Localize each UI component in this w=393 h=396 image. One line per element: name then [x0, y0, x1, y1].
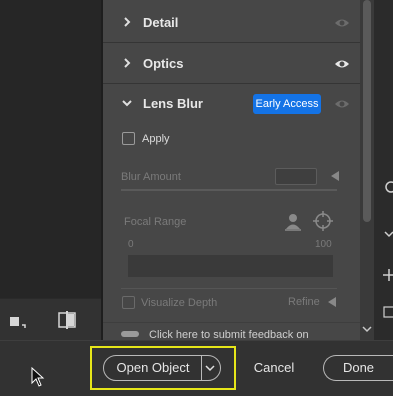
blur-amount-slider[interactable] [121, 189, 337, 191]
blur-amount-label: Blur Amount [121, 171, 181, 183]
section-detail[interactable]: Detail [103, 3, 360, 43]
tool-strip [374, 0, 393, 340]
chevron-down-icon[interactable] [205, 364, 215, 372]
section-lens-blur[interactable]: Lens Blur [103, 84, 360, 124]
focal-range-label: Focal Range [124, 216, 187, 228]
divider [121, 288, 337, 289]
chevron-down-icon[interactable] [362, 325, 372, 333]
canvas-toolbar [0, 298, 101, 340]
section-optics[interactable]: Optics [103, 44, 360, 84]
search-icon[interactable] [382, 180, 393, 194]
feedback-toggle-icon[interactable] [121, 331, 139, 337]
bottom-bar: Open Object Cancel Done [0, 340, 393, 396]
focal-range-selector[interactable] [128, 255, 333, 277]
edit-panel: Detail Optics Lens Blur Early Access App… [103, 0, 360, 340]
feedback-row[interactable]: Click here to submit feedback on [103, 322, 360, 340]
done-button[interactable]: Done [323, 355, 393, 381]
transform-icon[interactable] [382, 268, 393, 282]
chevron-down-icon [122, 100, 132, 107]
open-object-label[interactable]: Open Object [104, 356, 202, 380]
mouse-cursor-icon [31, 367, 45, 387]
section-title: Lens Blur [143, 96, 203, 111]
early-access-badge: Early Access [253, 94, 321, 114]
section-title: Detail [143, 15, 179, 30]
refine-label[interactable]: Refine [288, 296, 320, 308]
target-icon[interactable] [312, 210, 334, 232]
person-icon[interactable] [283, 211, 303, 231]
compare-icon[interactable] [56, 309, 78, 331]
split-divider [201, 356, 202, 380]
visualize-depth-label: Visualize Depth [141, 297, 218, 309]
feedback-text[interactable]: Click here to submit feedback on [149, 329, 309, 340]
section-title: Optics [143, 56, 184, 71]
crop-icon[interactable] [6, 309, 28, 331]
scroll-thumb[interactable] [363, 0, 371, 222]
panel-scrollbar[interactable] [360, 0, 374, 340]
image-canvas[interactable] [0, 0, 101, 298]
focal-max-label: 100 [315, 239, 332, 250]
apply-checkbox[interactable] [122, 132, 135, 145]
cancel-button[interactable]: Cancel [240, 355, 308, 381]
chevron-down-icon[interactable] [382, 228, 393, 242]
focal-min-label: 0 [128, 239, 134, 250]
eye-icon[interactable] [334, 58, 350, 70]
blur-amount-input[interactable] [275, 168, 317, 185]
eye-icon[interactable] [334, 17, 350, 29]
reset-triangle-icon[interactable] [331, 171, 339, 181]
apply-label: Apply [142, 133, 170, 145]
chevron-right-icon [124, 17, 131, 27]
grid-icon[interactable] [382, 305, 393, 319]
chevron-right-icon [124, 58, 131, 68]
refine-triangle-icon[interactable] [328, 297, 336, 307]
visualize-depth-checkbox[interactable] [122, 296, 135, 309]
eye-icon[interactable] [334, 98, 350, 110]
open-object-button[interactable]: Open Object [103, 355, 221, 381]
